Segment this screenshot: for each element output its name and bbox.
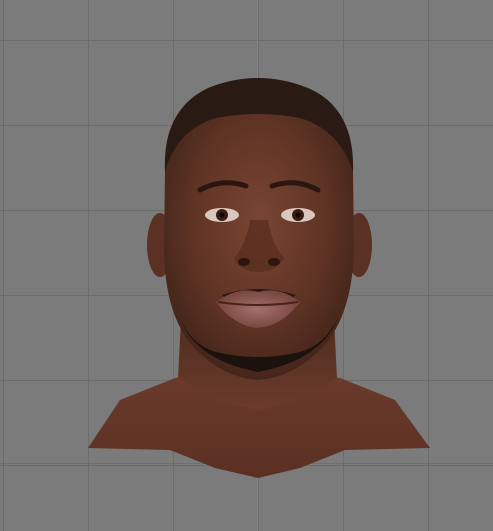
head-model[interactable] [0,0,493,531]
3d-viewport[interactable] [0,0,493,531]
